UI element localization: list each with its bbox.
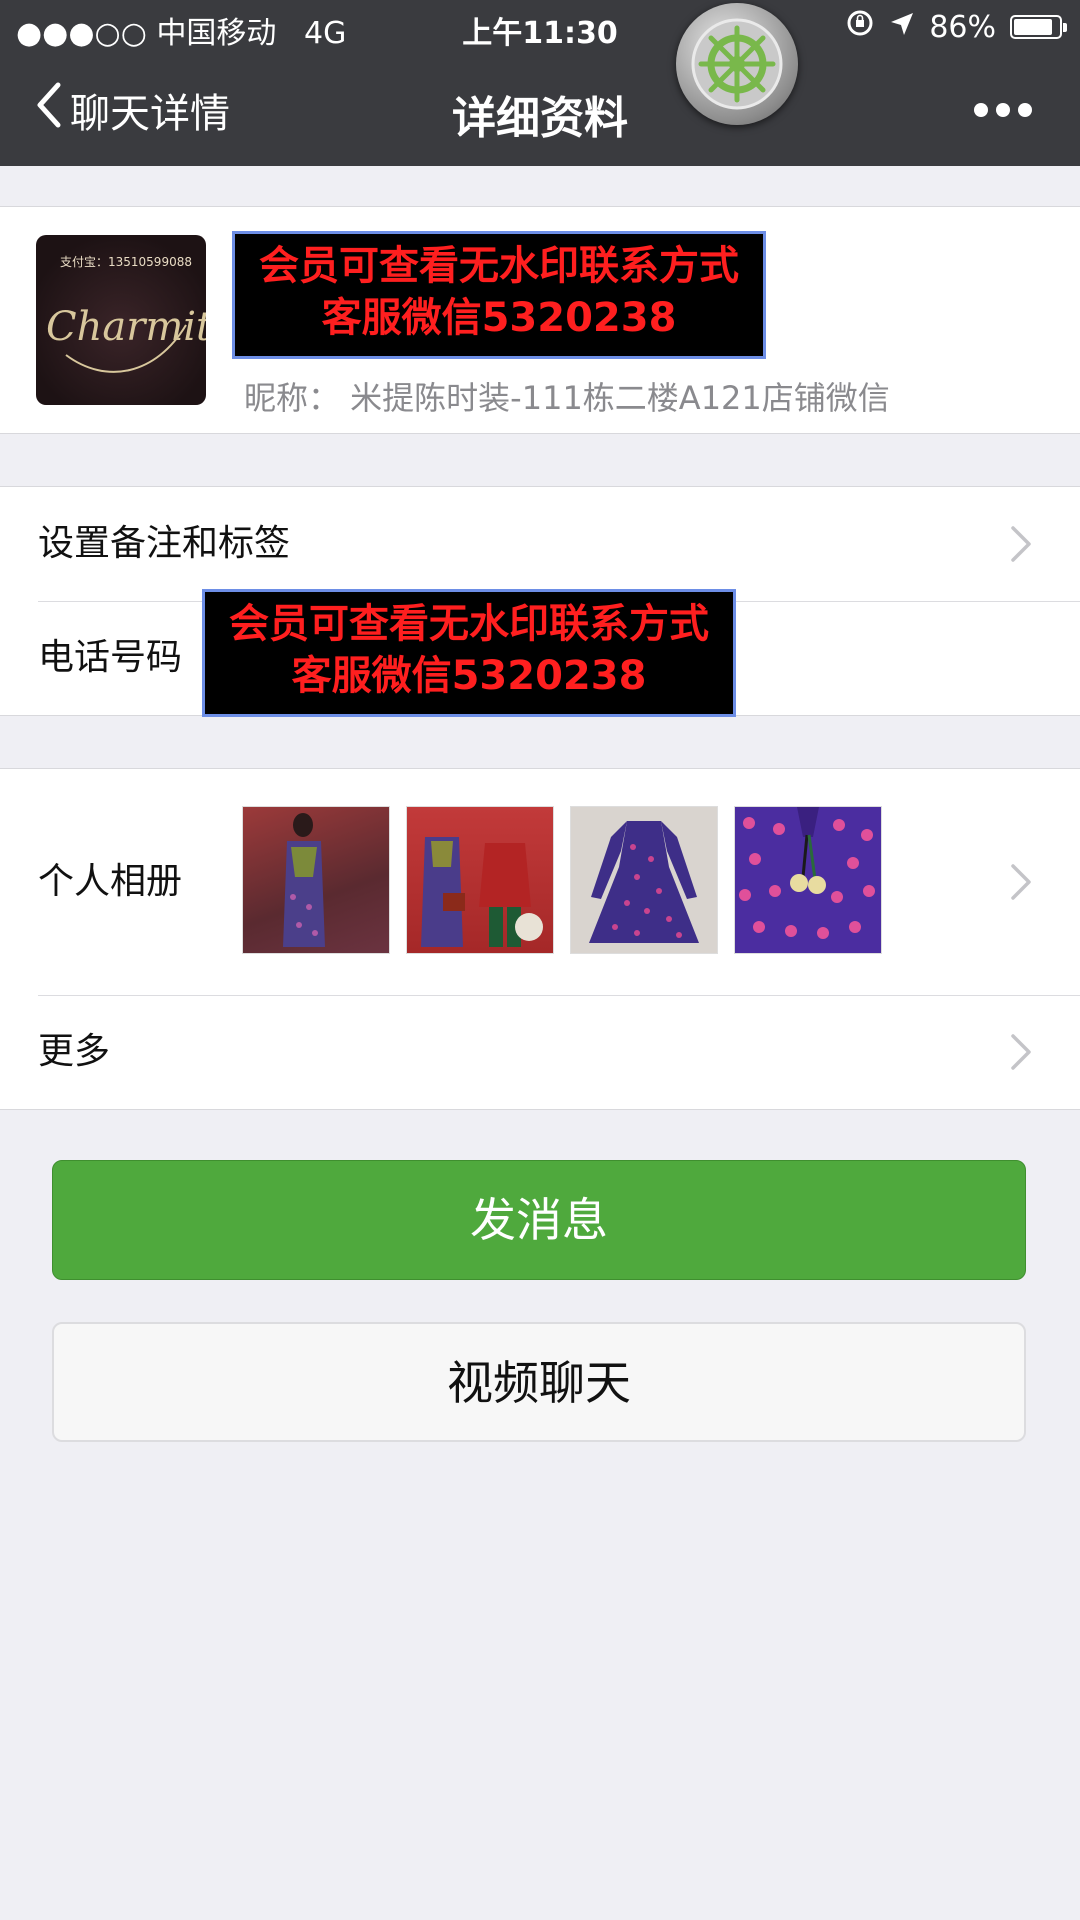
top-bar: ●●●○○ 中国移动 4G 上午11:30 86% 聊天详情 详细资料 [0,0,1080,166]
page-title: 详细资料 [452,93,628,144]
personal-album-label: 个人相册 [38,861,183,902]
phone-number-label: 电话号码 [38,637,183,678]
album-photo[interactable] [406,806,554,954]
video-call-button[interactable]: 视频聊天 [52,1322,1026,1442]
album-photo[interactable] [570,806,718,954]
send-message-button[interactable]: 发消息 [52,1160,1026,1280]
settings-group: 设置备注和标签 电话号码 会员可查看无水印联系方式 客服微信5320238 [0,486,1080,717]
ship-wheel-badge-icon [676,3,798,125]
more-dot-icon [974,103,988,117]
battery-fill [1014,19,1052,35]
profile-card: 支付宝：13510599088 Charmity 会员可查看无水印联系方式 客服… [0,206,1080,434]
nickname: 昵称： 米提陈时装-111栋二楼A121店铺微信 [244,379,890,417]
avatar-logo-icon: Charmity [46,304,206,373]
battery-tip [1063,23,1067,32]
more-label: 更多 [38,1031,111,1072]
chevron-right-icon [1010,863,1032,905]
album-photo[interactable] [734,806,882,954]
more-options-button[interactable] [966,80,1032,140]
watermark-banner: 会员可查看无水印联系方式 客服微信5320238 [232,231,766,359]
watermark-line: 客服微信5320238 [321,295,677,341]
chevron-right-icon [1010,525,1032,567]
watermark-line: 会员可查看无水印联系方式 [259,243,739,289]
phone-watermark-banner: 会员可查看无水印联系方式 客服微信5320238 [202,589,736,717]
more-dot-icon [1018,103,1032,117]
status-bar: ●●●○○ 中国移动 4G 上午11:30 86% [0,0,1080,54]
watermark-line: 会员可查看无水印联系方式 [229,601,709,647]
avatar[interactable]: 支付宝：13510599088 Charmity [36,235,206,405]
set-remark-label: 设置备注和标签 [38,523,291,564]
chevron-right-icon [1010,1033,1032,1075]
more-dot-icon [996,103,1010,117]
watermark-line: 客服微信5320238 [291,653,647,699]
more-row[interactable]: 更多 [0,995,1080,1109]
battery-percent: 86% [929,9,996,45]
battery-icon [1010,15,1067,39]
status-right: 86% [845,8,1067,46]
album-photo[interactable] [242,806,390,954]
svg-text:Charmity: Charmity [46,304,206,350]
set-remark-row[interactable]: 设置备注和标签 [0,487,1080,601]
location-arrow-icon [889,10,915,45]
rotation-lock-icon [845,8,875,46]
